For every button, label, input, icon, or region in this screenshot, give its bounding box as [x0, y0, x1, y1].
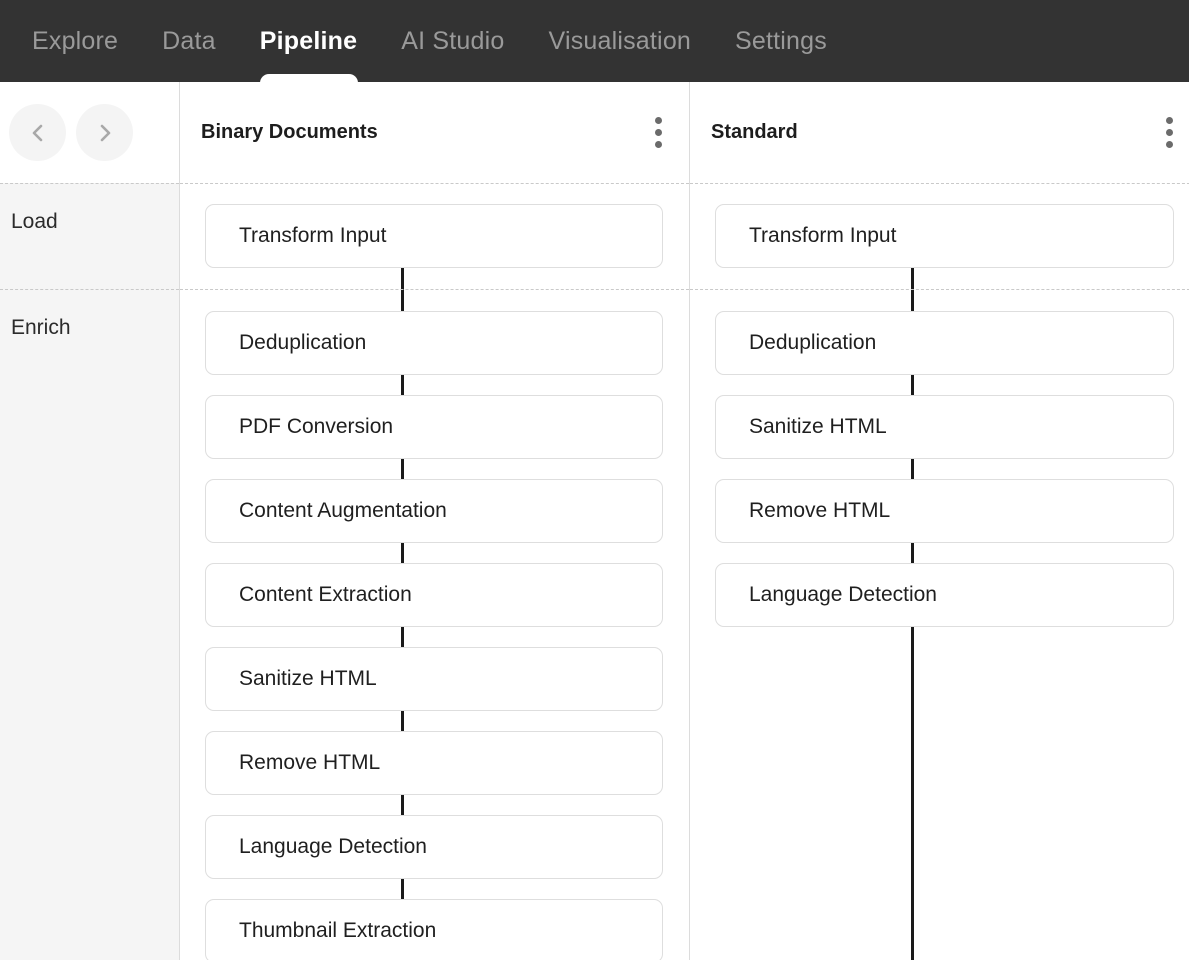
next-page-button[interactable] [76, 104, 133, 161]
node-connector-line [401, 795, 404, 815]
column-menu-button[interactable] [645, 116, 671, 150]
pipeline-node-card[interactable]: Language Detection [205, 815, 663, 879]
nav-tab-label: Visualisation [548, 26, 692, 55]
pipeline-node-card[interactable]: Content Extraction [205, 563, 663, 627]
pipeline-node-label: Thumbnail Extraction [239, 919, 437, 942]
pipeline-node-label: Deduplication [239, 331, 367, 354]
node-connector-line [911, 459, 914, 479]
previous-page-button[interactable] [9, 104, 66, 161]
more-vertical-icon-dot [654, 129, 662, 136]
pipeline-node-label: PDF Conversion [239, 415, 394, 438]
pipeline-node-card[interactable]: Thumbnail Extraction [205, 899, 663, 960]
pipeline-node-label: Sanitize HTML [749, 415, 887, 438]
pipeline-node-card[interactable]: Sanitize HTML [205, 647, 663, 711]
nav-tab-explore[interactable]: Explore [10, 0, 140, 82]
nav-tab-label: Data [162, 26, 216, 55]
pipeline-node-label: Content Augmentation [239, 499, 447, 522]
chevron-left-icon [32, 124, 42, 141]
pipeline-node-card[interactable]: Language Detection [715, 563, 1174, 627]
nav-tab-label: Pipeline [259, 26, 358, 55]
pipeline-node-card[interactable]: Content Augmentation [205, 479, 663, 543]
pipeline-column: Standard Transform Input Deduplication Sani… [690, 82, 1189, 960]
active-tab-indicator [259, 74, 358, 82]
node-connector-line [401, 459, 404, 479]
stage-label-enrich: Enrich [0, 289, 179, 960]
pipeline-node-card[interactable]: Remove HTML [715, 479, 1174, 543]
nav-tab-label: AI Studio [401, 26, 505, 55]
pipeline-node-label: Transform Input [749, 224, 897, 247]
pipeline-node-card[interactable]: Transform Input [205, 204, 663, 268]
pipeline-node-label: Remove HTML [239, 751, 381, 774]
pipeline-node-card[interactable]: PDF Conversion [205, 395, 663, 459]
pipeline-node-label: Deduplication [749, 331, 877, 354]
stage-label-load: Load [0, 183, 179, 289]
more-vertical-icon-dot [1165, 129, 1173, 136]
pipeline-node-label: Language Detection [749, 583, 937, 606]
pipeline-columns: Binary Documents Transform Input Deduplica… [180, 82, 1189, 960]
rail-header [0, 82, 179, 183]
more-vertical-icon-dot [654, 117, 662, 124]
pipeline-node-label: Language Detection [239, 835, 427, 858]
pipeline-node-card[interactable]: Deduplication [715, 311, 1174, 375]
pipeline-node-card[interactable]: Sanitize HTML [715, 395, 1174, 459]
nav-tab-ai-studio[interactable]: AI Studio [379, 0, 526, 82]
column-title: Standard [711, 121, 798, 143]
pipeline-node-card[interactable]: Deduplication [205, 311, 663, 375]
column-menu-button[interactable] [1156, 116, 1182, 150]
nav-tab-label: Settings [735, 26, 827, 55]
pipeline-node-label: Transform Input [239, 224, 387, 247]
column-title: Binary Documents [201, 121, 378, 143]
pipeline-node-label: Sanitize HTML [239, 667, 377, 690]
nav-tab-settings[interactable]: Settings [713, 0, 849, 82]
node-connector-line [911, 543, 914, 563]
column-header: Binary Documents [180, 82, 689, 183]
stage-band-enrich: Deduplication Sanitize HTML Remove HTML Lan… [690, 289, 1189, 960]
nav-tab-pipeline[interactable]: Pipeline [238, 0, 379, 82]
more-vertical-icon-dot [1165, 141, 1173, 148]
rail-stage-rows: Load Enrich [0, 183, 179, 960]
nav-tab-label: Explore [32, 26, 119, 55]
node-connector-line [911, 375, 914, 395]
node-connector-tail-line [911, 627, 914, 960]
node-connector-line [401, 375, 404, 395]
nav-tab-data[interactable]: Data [140, 0, 238, 82]
more-vertical-icon-dot [1165, 117, 1173, 124]
stage-band-load: Transform Input [690, 183, 1189, 311]
stage-band-load: Transform Input [180, 183, 689, 311]
stage-rail: Load Enrich [0, 82, 180, 960]
pipeline-board: Load Enrich Binary Documents Transform In… [0, 82, 1189, 960]
pipeline-node-card[interactable]: Remove HTML [205, 731, 663, 795]
node-connector-line [401, 627, 404, 647]
pipeline-node-card[interactable]: Transform Input [715, 204, 1174, 268]
column-header: Standard [690, 82, 1189, 183]
pipeline-node-label: Remove HTML [749, 499, 891, 522]
chevron-right-icon [100, 124, 110, 141]
node-connector-line [401, 879, 404, 899]
node-connector-line [401, 711, 404, 731]
pipeline-column: Binary Documents Transform Input Deduplica… [180, 82, 690, 960]
top-navigation-bar: Explore Data Pipeline AI Studio Visualisatio… [0, 0, 1189, 82]
nav-tab-visualisation[interactable]: Visualisation [527, 0, 714, 82]
stage-band-enrich: Deduplication PDF Conversion Content Augme… [180, 289, 689, 960]
pipeline-node-label: Content Extraction [239, 583, 412, 606]
more-vertical-icon-dot [654, 141, 662, 148]
node-connector-line [401, 543, 404, 563]
